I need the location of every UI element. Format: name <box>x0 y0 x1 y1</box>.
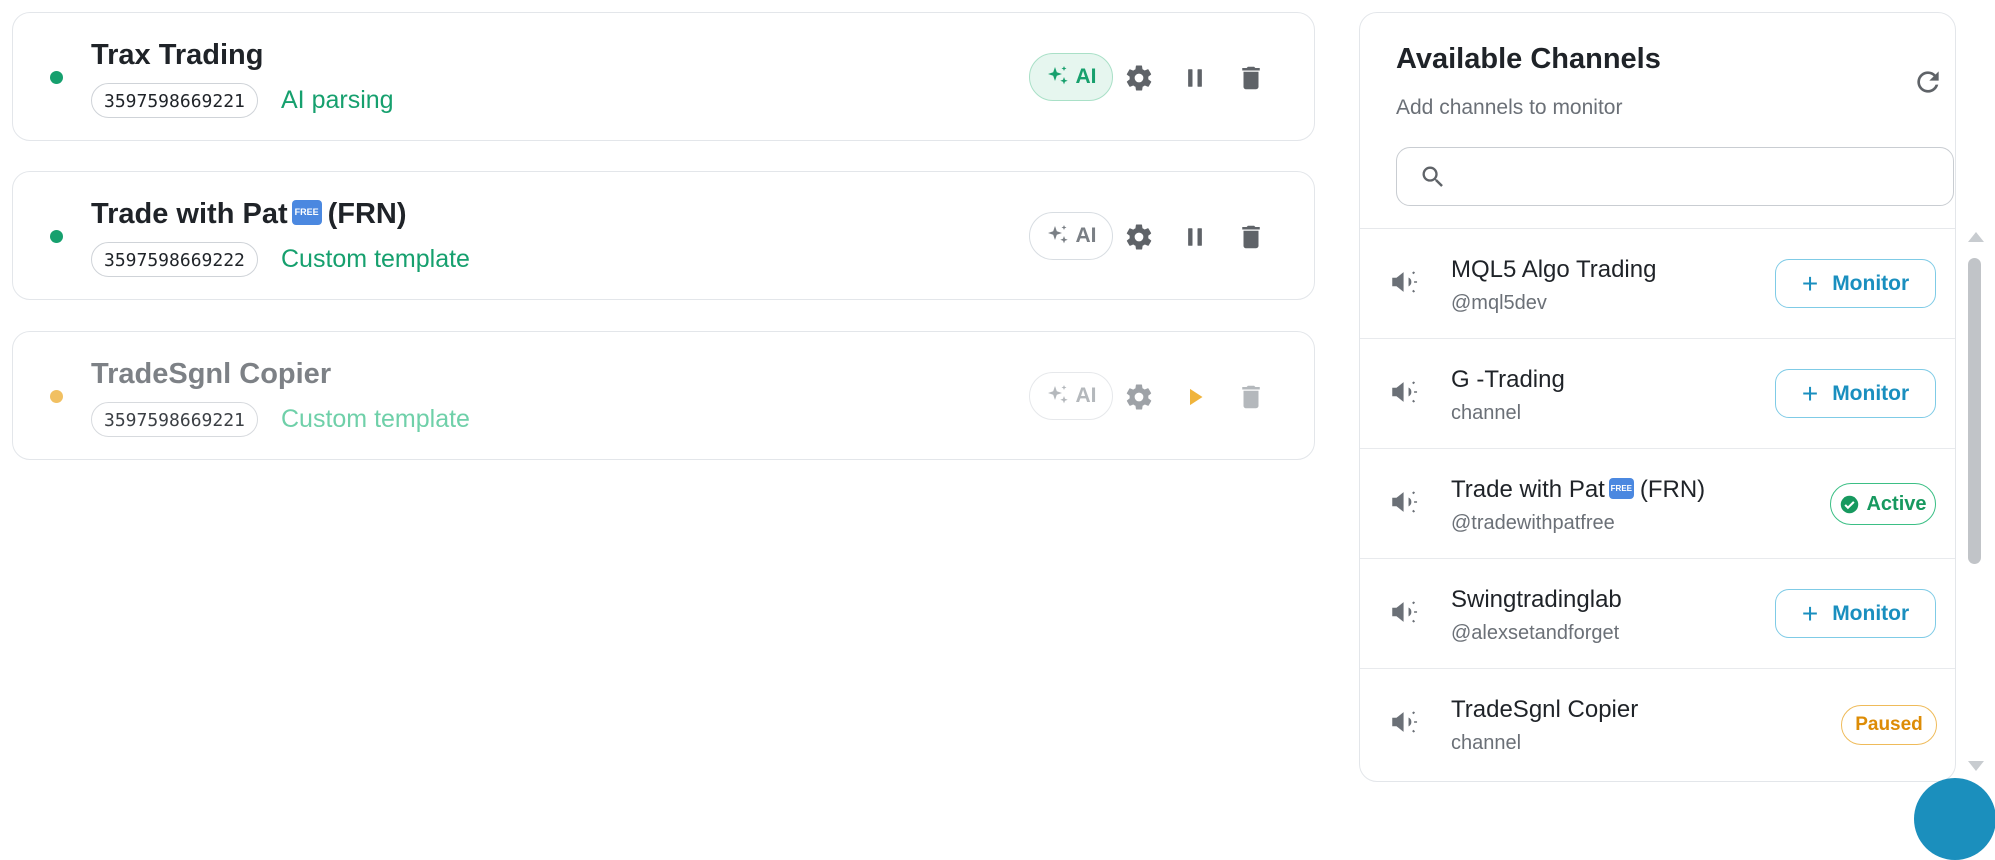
pause-icon <box>1188 69 1202 87</box>
channel-list: MQL5 Algo Trading @mql5dev + Monitor G -T… <box>1360 228 1955 754</box>
channel-handle: @alexsetandforget <box>1451 622 1620 644</box>
paused-status-badge: Paused <box>1841 705 1937 745</box>
pause-icon <box>1188 228 1202 246</box>
monitor-button[interactable]: + Monitor <box>1775 259 1936 308</box>
settings-button[interactable] <box>1122 220 1156 254</box>
delete-button[interactable] <box>1234 380 1268 414</box>
free-badge: FREE <box>1608 478 1634 500</box>
list-item: G -Trading channel + Monitor <box>1360 339 1955 449</box>
scrollbar-thumb[interactable] <box>1968 258 1981 564</box>
gear-icon <box>1126 65 1152 91</box>
ai-label: AI <box>1075 65 1097 88</box>
panel-title: Available Channels <box>1396 43 1661 75</box>
search-input[interactable] <box>1461 158 1935 198</box>
megaphone-icon <box>1392 601 1418 623</box>
megaphone-icon <box>1392 711 1418 733</box>
source-card: TradeSgnl Copier 3597598669221 Custom te… <box>12 331 1315 460</box>
status-dot <box>50 390 63 403</box>
list-item: MQL5 Algo Trading @mql5dev + Monitor <box>1360 229 1955 339</box>
ai-toggle-button[interactable]: AI <box>1029 372 1113 420</box>
list-item: Trade with Pat FREE (FRN) @tradewithpatfre… <box>1360 449 1955 559</box>
megaphone-icon <box>1392 491 1418 513</box>
active-status-badge: Active <box>1830 483 1936 525</box>
ai-label: AI <box>1075 224 1097 247</box>
channel-name: TradeSgnl Copier <box>1451 696 1639 723</box>
pause-button[interactable] <box>1178 220 1212 254</box>
panel-subtitle: Add channels to monitor <box>1396 96 1623 119</box>
parsing-mode: Custom template <box>281 405 470 433</box>
monitor-button[interactable]: + Monitor <box>1775 369 1936 418</box>
chat-id-chip: 3597598669222 <box>91 242 258 277</box>
refresh-icon <box>1917 71 1939 93</box>
channel-handle: channel <box>1451 732 1522 754</box>
chat-id-chip: 3597598669221 <box>91 402 258 437</box>
card-title: TradeSgnl Copier <box>91 358 332 390</box>
trash-icon <box>1242 225 1260 249</box>
list-item: Swingtradinglab @alexsetandforget + Monit… <box>1360 559 1955 669</box>
search-icon <box>1422 166 1443 187</box>
refresh-button[interactable] <box>1912 66 1944 98</box>
ai-label: AI <box>1075 384 1097 407</box>
sparkles-icon <box>1047 385 1068 404</box>
megaphone-icon <box>1392 271 1418 293</box>
plus-icon: + <box>1801 377 1819 409</box>
channel-search[interactable] <box>1396 147 1954 206</box>
pause-button[interactable] <box>1178 61 1212 95</box>
channel-handle: channel <box>1451 402 1522 424</box>
parsing-mode: AI parsing <box>281 86 394 114</box>
sparkles-icon <box>1047 225 1068 244</box>
plus-icon: + <box>1801 597 1819 629</box>
available-channels-panel: Available Channels Add channels to monit… <box>1359 12 1956 782</box>
list-item: TradeSgnl Copier channel Paused <box>1360 669 1955 779</box>
sparkles-icon <box>1047 66 1068 85</box>
trash-icon <box>1242 66 1260 90</box>
gear-icon <box>1126 384 1152 410</box>
channel-name: Swingtradinglab <box>1451 586 1622 613</box>
resume-button[interactable] <box>1178 380 1212 414</box>
play-icon <box>1190 388 1203 406</box>
ai-toggle-button[interactable]: AI <box>1029 212 1113 260</box>
plus-icon: + <box>1801 267 1819 299</box>
card-title: Trax Trading <box>91 39 264 71</box>
scroll-up-arrow-icon[interactable] <box>1968 232 1984 242</box>
floating-action-button[interactable] <box>1914 778 1995 860</box>
channel-handle: @tradewithpatfree <box>1451 512 1615 534</box>
status-dot <box>50 71 63 84</box>
delete-button[interactable] <box>1234 61 1268 95</box>
free-badge: FREE <box>291 199 322 225</box>
gear-icon <box>1126 224 1152 250</box>
channel-name: Trade with Pat FREE (FRN) <box>1451 476 1706 503</box>
megaphone-icon <box>1392 381 1418 403</box>
status-dot <box>50 230 63 243</box>
delete-button[interactable] <box>1234 220 1268 254</box>
chat-id-chip: 3597598669221 <box>91 83 258 118</box>
ai-toggle-button[interactable]: AI <box>1029 53 1113 101</box>
channel-name: G -Trading <box>1451 366 1565 393</box>
channel-handle: @mql5dev <box>1451 292 1547 314</box>
channel-name: MQL5 Algo Trading <box>1451 256 1657 283</box>
scroll-down-arrow-icon[interactable] <box>1968 761 1984 771</box>
trash-icon <box>1242 385 1260 409</box>
card-title: Trade with Pat FREE (FRN) <box>91 198 407 230</box>
source-card: Trade with Pat FREE (FRN) 3597598669222 Cu… <box>12 171 1315 300</box>
parsing-mode: Custom template <box>281 245 470 273</box>
settings-button[interactable] <box>1122 61 1156 95</box>
check-circle-icon <box>1841 495 1859 513</box>
monitor-button[interactable]: + Monitor <box>1775 589 1936 638</box>
settings-button[interactable] <box>1122 380 1156 414</box>
source-card: Trax Trading 3597598669221 AI parsing AI <box>12 12 1315 141</box>
